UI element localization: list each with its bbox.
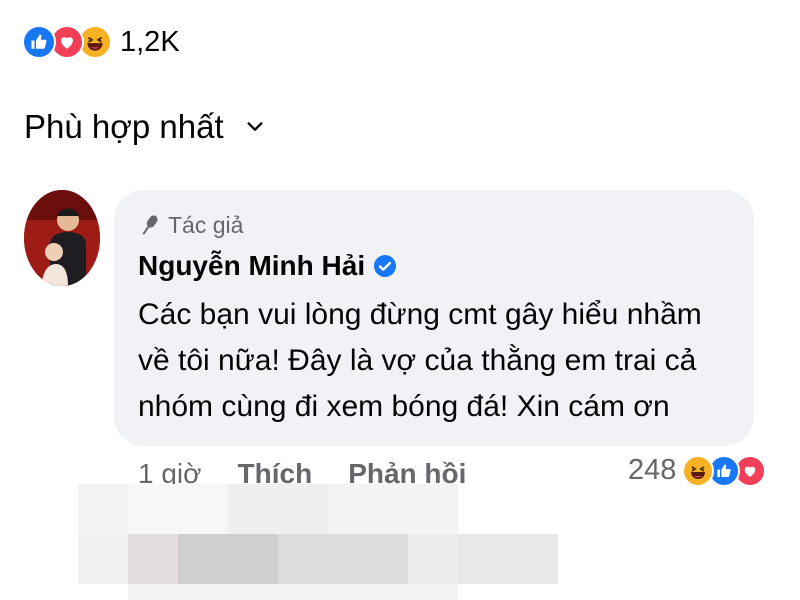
comment-reaction-count: 248 xyxy=(628,454,677,486)
haha-icon xyxy=(682,454,715,487)
author-name[interactable]: Nguyễn Minh Hải xyxy=(138,250,365,282)
comment-author[interactable]: Nguyễn Minh Hải xyxy=(138,250,397,282)
reaction-count[interactable]: 1,2K xyxy=(120,26,180,59)
chevron-down-icon xyxy=(247,122,263,131)
like-icon xyxy=(22,25,56,59)
sort-label: Phù hợp nhất xyxy=(24,108,224,145)
reaction-summary[interactable]: 1,2K xyxy=(22,22,180,62)
author-badge-label: Tác giả xyxy=(168,212,244,238)
sort-dropdown[interactable]: Phù hợp nhất xyxy=(24,108,264,146)
comment-reactions[interactable]: 248 xyxy=(628,454,767,487)
microphone-icon xyxy=(142,214,158,235)
comment-text: Các bạn vui lòng đừng cmt gây hiểu nhầm … xyxy=(138,298,702,423)
author-badge: Tác giả xyxy=(138,212,243,239)
avatar[interactable] xyxy=(24,190,100,286)
pixelated-blur-overlay xyxy=(78,484,578,600)
verified-badge-icon xyxy=(374,255,397,277)
